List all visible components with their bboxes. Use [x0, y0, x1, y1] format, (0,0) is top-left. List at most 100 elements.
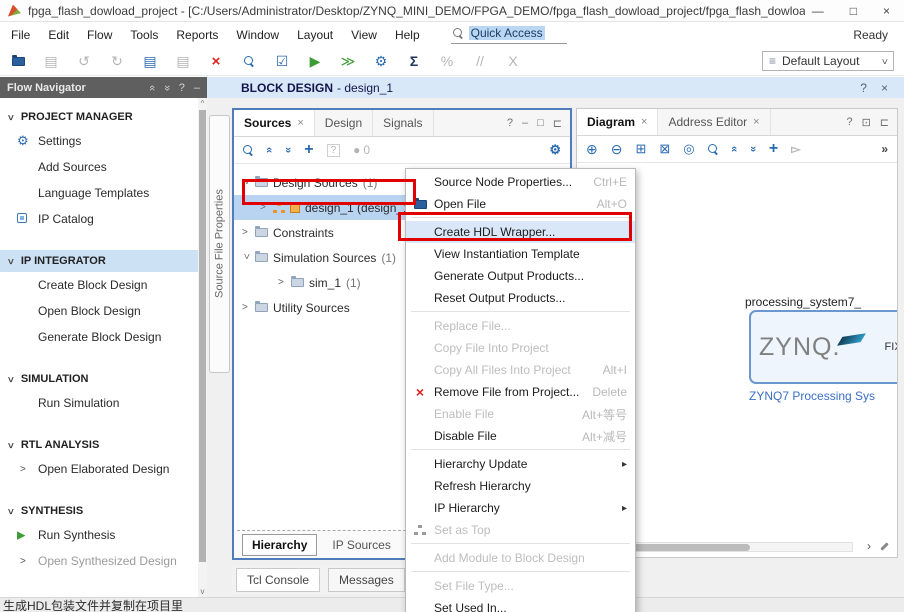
sidebar-item-language-templates[interactable]: Language Templates	[0, 180, 207, 206]
autofit-icon[interactable]: ⊠	[659, 141, 670, 157]
step-icon[interactable]: ≫	[340, 53, 356, 69]
help-icon[interactable]: ?	[846, 116, 852, 129]
expand-all-icon[interactable]: »	[282, 147, 294, 153]
restore-panel-icon[interactable]: ⊡	[862, 116, 871, 129]
expand-all-icon[interactable]: »	[747, 146, 759, 152]
menu-item-reset-output-products[interactable]: Reset Output Products...	[406, 287, 635, 309]
tab-design[interactable]: Design	[315, 110, 373, 136]
zynq-processing-block[interactable]: ZYNQ. FIXE	[749, 310, 897, 384]
menu-view[interactable]: View	[342, 25, 386, 45]
cursor-icon[interactable]: ▻	[791, 142, 800, 156]
target-icon[interactable]: ◎	[683, 141, 694, 157]
zoom-fit-icon[interactable]: ⊞	[635, 141, 646, 157]
close-icon[interactable]: ×	[641, 116, 647, 128]
menu-item-generate-output-products[interactable]: Generate Output Products...	[406, 265, 635, 287]
scroll-right-icon[interactable]: ›	[867, 539, 871, 553]
menu-flow[interactable]: Flow	[78, 25, 121, 45]
float-panel-icon[interactable]: ⊏	[553, 117, 562, 130]
tab-address-editor[interactable]: Address Editor ×	[658, 109, 770, 135]
tab-source-file-properties[interactable]: Source File Properties	[209, 115, 230, 373]
cancel-icon[interactable]: X	[505, 53, 521, 69]
menu-edit[interactable]: Edit	[39, 25, 78, 45]
zoom-out-icon[interactable]: ⊖	[611, 141, 623, 158]
slash-icon[interactable]: //	[472, 53, 488, 69]
maximize-panel-icon[interactable]: □	[537, 117, 544, 130]
tab-messages[interactable]: Messages	[328, 568, 405, 592]
menu-layout[interactable]: Layout	[288, 25, 342, 45]
menu-item-remove-file-from-project[interactable]: × Remove File from Project... Delete	[406, 381, 635, 403]
redo-icon[interactable]: ↻	[109, 53, 125, 69]
tab-sources[interactable]: Sources ×	[234, 110, 315, 136]
run-icon[interactable]: ▶	[307, 53, 323, 69]
sidebar-item-ip-catalog[interactable]: IP Catalog	[0, 206, 207, 232]
sidebar-item-open-block-design[interactable]: Open Block Design	[0, 298, 207, 324]
add-ip-icon[interactable]: +	[769, 140, 778, 158]
sidebar-item-add-sources[interactable]: Add Sources	[0, 154, 207, 180]
section-ip-integrator[interactable]: > IP INTEGRATOR	[0, 250, 207, 272]
add-sources-icon[interactable]: +	[304, 141, 313, 159]
question-box-icon[interactable]: ?	[327, 144, 341, 157]
tab-hierarchy[interactable]: Hierarchy	[242, 534, 317, 556]
section-rtl-analysis[interactable]: > RTL ANALYSIS	[0, 434, 207, 456]
menu-item-create-hdl-wrapper[interactable]: Create HDL Wrapper...	[406, 221, 635, 243]
collapse-all-icon[interactable]: «	[728, 146, 740, 152]
sidebar-item-open-synthesized-design[interactable]: > Open Synthesized Design	[0, 548, 207, 574]
scrollbar-thumb[interactable]	[199, 110, 206, 562]
section-simulation[interactable]: > SIMULATION	[0, 368, 207, 390]
menu-item-hierarchy-update[interactable]: Hierarchy Update ▸	[406, 453, 635, 475]
sidebar-item-run-synthesis[interactable]: ▶ Run Synthesis	[0, 522, 207, 548]
menu-window[interactable]: Window	[227, 25, 288, 45]
validate-icon[interactable]: ☑	[274, 53, 290, 69]
menu-tools[interactable]: Tools	[121, 25, 167, 45]
layout-selector[interactable]: ≡ Default Layout >	[762, 51, 894, 71]
menu-item-open-file[interactable]: Open File Alt+O	[406, 193, 635, 215]
help-icon[interactable]: ?	[179, 82, 185, 94]
float-panel-icon[interactable]: ⊏	[880, 116, 889, 129]
menu-item-view-instantiation-template[interactable]: View Instantiation Template	[406, 243, 635, 265]
open-project-icon[interactable]	[10, 53, 26, 69]
undo-icon[interactable]: ↺	[76, 53, 92, 69]
settings-gear-icon[interactable]: ⚙	[373, 53, 389, 69]
tab-tcl-console[interactable]: Tcl Console	[236, 568, 320, 592]
minimize-panel-icon[interactable]: –	[194, 82, 200, 94]
section-synthesis[interactable]: > SYNTHESIS	[0, 500, 207, 522]
search-icon[interactable]	[708, 144, 718, 154]
menu-help[interactable]: Help	[386, 25, 429, 45]
sidebar-scrollbar[interactable]: ^ v	[198, 98, 207, 597]
collapse-all-icon[interactable]: «	[146, 84, 158, 90]
sidebar-item-run-simulation[interactable]: Run Simulation	[0, 390, 207, 416]
expand-all-icon[interactable]: »	[161, 84, 173, 90]
save-icon[interactable]: ▤	[43, 53, 59, 69]
tab-diagram[interactable]: Diagram ×	[577, 109, 658, 135]
menu-item-ip-hierarchy[interactable]: IP Hierarchy ▸	[406, 497, 635, 519]
settings-gear-icon[interactable]: ⚙	[549, 142, 561, 158]
delete-icon[interactable]: ×	[208, 53, 224, 69]
close-icon[interactable]: ×	[753, 116, 759, 128]
paste-icon[interactable]: ▤	[175, 53, 191, 69]
tab-signals[interactable]: Signals	[373, 110, 433, 136]
help-icon[interactable]: ?	[860, 81, 867, 95]
sidebar-item-generate-block-design[interactable]: Generate Block Design	[0, 324, 207, 350]
percent-icon[interactable]: %	[439, 53, 455, 69]
minimize-panel-icon[interactable]: –	[522, 117, 528, 130]
sidebar-item-settings[interactable]: ⚙ Settings	[0, 128, 207, 154]
maximize-button[interactable]: □	[850, 4, 857, 18]
close-icon[interactable]: ×	[297, 117, 303, 129]
menu-item-disable-file[interactable]: Disable File Alt+减号	[406, 425, 635, 447]
menu-item-set-used-in[interactable]: Set Used In...	[406, 597, 635, 612]
zoom-in-icon[interactable]: ⊕	[586, 141, 598, 158]
overflow-icon[interactable]: »	[881, 142, 888, 156]
search-icon[interactable]	[243, 145, 253, 155]
help-icon[interactable]: ?	[507, 117, 513, 130]
tab-ip-sources[interactable]: IP Sources	[323, 535, 399, 555]
sidebar-item-open-elaborated-design[interactable]: > Open Elaborated Design	[0, 456, 207, 482]
quick-access-search[interactable]: Quick Access	[451, 25, 567, 44]
menu-reports[interactable]: Reports	[167, 25, 227, 45]
scroll-up-icon[interactable]: ^	[198, 99, 207, 108]
section-project-manager[interactable]: > PROJECT MANAGER	[0, 106, 207, 128]
menu-item-source-node-properties[interactable]: Source Node Properties... Ctrl+E	[406, 171, 635, 193]
collapse-all-icon[interactable]: «	[263, 147, 275, 153]
menu-file[interactable]: File	[2, 25, 39, 45]
menu-item-refresh-hierarchy[interactable]: Refresh Hierarchy	[406, 475, 635, 497]
scroll-down-icon[interactable]: v	[198, 587, 207, 596]
